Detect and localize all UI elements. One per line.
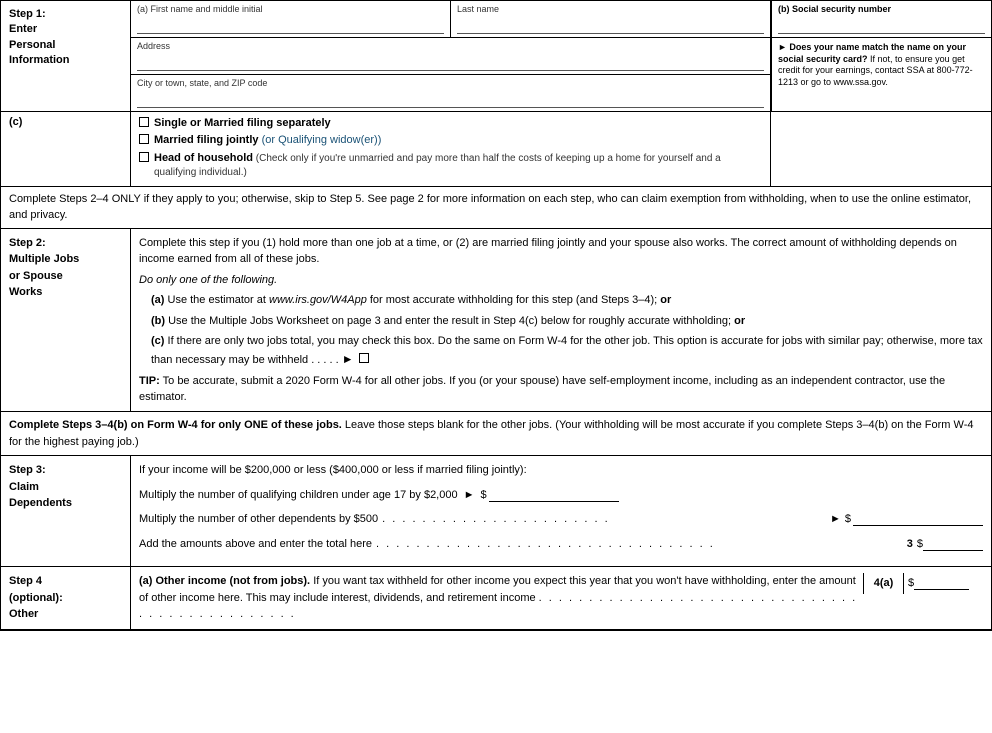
step2-or-spouse: or Spouse	[9, 270, 63, 282]
step3-row2-text: Multiply the number of other dependents …	[139, 511, 378, 528]
step4a-num: 4(a)	[864, 573, 904, 594]
step2-option-a: (a) Use the estimator at www.irs.gov/W4A…	[151, 292, 983, 309]
married-checkbox[interactable]	[139, 134, 149, 144]
step3-total-dots: . . . . . . . . . . . . . . . . . . . . …	[372, 536, 907, 553]
ssn-input[interactable]	[778, 16, 985, 34]
ssn-label: (b) Social security number	[778, 4, 985, 14]
step3-content: If your income will be $200,000 or less …	[131, 456, 991, 566]
step1-section: Step 1: Enter Personal Information (a) F…	[1, 1, 991, 112]
step4-other: Other	[9, 608, 38, 620]
first-name-box: (a) First name and middle initial	[131, 1, 451, 37]
step4-label: Step 4 (optional): Other	[1, 567, 131, 629]
step4a-row: (a) Other income (not from jobs). If you…	[139, 573, 983, 623]
step2c-arrow: ►	[342, 352, 354, 366]
step1-label: Step 1: Enter Personal Information	[1, 1, 131, 111]
filing-options: Single or Married filing separately Marr…	[131, 112, 771, 186]
step4a-text-block: (a) Other income (not from jobs). If you…	[139, 573, 863, 623]
step3-total-num: 3	[907, 536, 913, 553]
address-label: Address	[137, 41, 764, 51]
step2-num: Step 2:	[9, 237, 46, 249]
step3-row1-text: Multiply the number of qualifying childr…	[139, 487, 458, 504]
step4-optional: (optional):	[9, 592, 63, 604]
instructions-banner: Complete Steps 2–4 ONLY if they apply to…	[1, 187, 991, 229]
step2-works: Works	[9, 286, 42, 298]
single-checkbox[interactable]	[139, 117, 149, 127]
step3-num: Step 3:	[9, 464, 46, 476]
filing-right-empty	[771, 112, 991, 186]
address-box: Address	[131, 38, 770, 75]
step1-personal: Personal	[9, 39, 55, 51]
address-input[interactable]	[137, 53, 764, 71]
step1-num: Step 1:	[9, 8, 46, 20]
step3-total-row: Add the amounts above and enter the tota…	[139, 536, 983, 553]
filing-hoh-text: Head of household (Check only if you're …	[154, 151, 762, 180]
step3-row2-arrow: ►	[830, 511, 841, 528]
step4a-label: (a) Other income (not from jobs).	[139, 575, 310, 587]
step1-information: Information	[9, 54, 70, 66]
ssn-top: (b) Social security number	[772, 1, 991, 38]
step3-row1-input[interactable]	[489, 489, 619, 502]
step2-option-c: (c) If there are only two jobs total, yo…	[151, 333, 983, 368]
filing-status-row: (c) Single or Married filing separately …	[1, 112, 991, 187]
step3-label: Step 3: Claim Dependents	[1, 456, 131, 566]
step4-num: Step 4	[9, 575, 42, 587]
step2-intro: Complete this step if you (1) hold more …	[139, 235, 983, 268]
step3-row2-dots: . . . . . . . . . . . . . . . . . . . . …	[378, 511, 826, 528]
step2-multiple: Multiple Jobs	[9, 253, 79, 265]
step1-enter: Enter	[9, 23, 37, 35]
step3-total-input[interactable]	[923, 538, 983, 551]
ssn-section: (b) Social security number ► Does your n…	[771, 1, 991, 111]
filing-married-text: Married filing jointly (or Qualifying wi…	[154, 133, 381, 147]
filing-option-single: Single or Married filing separately	[139, 116, 762, 130]
last-name-box: Last name	[451, 1, 770, 37]
step3-row2-dollar: $	[845, 511, 851, 528]
w4-form: Step 1: Enter Personal Information (a) F…	[0, 0, 992, 631]
filing-option-married: Married filing jointly (or Qualifying wi…	[139, 133, 762, 147]
filing-option-hoh: Head of household (Check only if you're …	[139, 151, 762, 180]
step2-tip: TIP: To be accurate, submit a 2020 Form …	[139, 374, 983, 405]
irs-link: www.irs.gov/W4App	[269, 294, 367, 306]
step3-claim: Claim	[9, 481, 39, 493]
step4a-input[interactable]	[914, 577, 969, 590]
last-name-input[interactable]	[457, 16, 764, 34]
filing-single-text: Single or Married filing separately	[154, 116, 331, 130]
first-name-label: (a) First name and middle initial	[137, 4, 444, 14]
filing-left-label: (c)	[1, 112, 131, 186]
first-name-input[interactable]	[137, 16, 444, 34]
step3-dependents: Dependents	[9, 497, 72, 509]
step4a-num-dollar: 4(a) $	[863, 573, 983, 594]
name-row: (a) First name and middle initial Last n…	[131, 1, 770, 38]
filing-c-label: (c)	[9, 116, 22, 128]
step2-section: Step 2: Multiple Jobs or Spouse Works Co…	[1, 229, 991, 412]
last-name-label: Last name	[457, 4, 764, 14]
instructions-text: Complete Steps 2–4 ONLY if they apply to…	[9, 193, 971, 220]
city-input[interactable]	[137, 90, 764, 108]
step3-row1-dollar: $	[480, 487, 486, 504]
city-box: City or town, state, and ZIP code	[131, 75, 770, 111]
step2-option-b: (b) Use the Multiple Jobs Worksheet on p…	[151, 313, 983, 330]
step2-do-one: Do only one of the following.	[139, 272, 983, 289]
ssn-match-text: ► Does your name match the name on your …	[772, 38, 991, 93]
complete-steps-banner: Complete Steps 3–4(b) on Form W-4 for on…	[1, 412, 991, 456]
step2-content: Complete this step if you (1) hold more …	[131, 229, 991, 411]
hoh-checkbox[interactable]	[139, 152, 149, 162]
step3-condition: If your income will be $200,000 or less …	[139, 462, 983, 479]
step3-total-text: Add the amounts above and enter the tota…	[139, 536, 372, 553]
step3-row2-input[interactable]	[853, 513, 983, 526]
step3-row1: Multiply the number of qualifying childr…	[139, 487, 983, 504]
step3-row1-arrow: ►	[464, 487, 475, 504]
step4-section: Step 4 (optional): Other (a) Other incom…	[1, 567, 991, 630]
step1-fields: (a) First name and middle initial Last n…	[131, 1, 771, 111]
step2c-checkbox[interactable]	[359, 353, 369, 363]
step2-label: Step 2: Multiple Jobs or Spouse Works	[1, 229, 131, 411]
step4-content: (a) Other income (not from jobs). If you…	[131, 567, 991, 629]
city-label: City or town, state, and ZIP code	[137, 78, 764, 88]
step2-do-one-text: Do only one of the following.	[139, 274, 277, 286]
step4a-dollar-col: $	[904, 573, 983, 594]
step3-row2: Multiply the number of other dependents …	[139, 511, 983, 528]
complete-steps-text: Complete Steps 3–4(b) on Form W-4 for on…	[9, 419, 973, 448]
step3-section: Step 3: Claim Dependents If your income …	[1, 456, 991, 567]
